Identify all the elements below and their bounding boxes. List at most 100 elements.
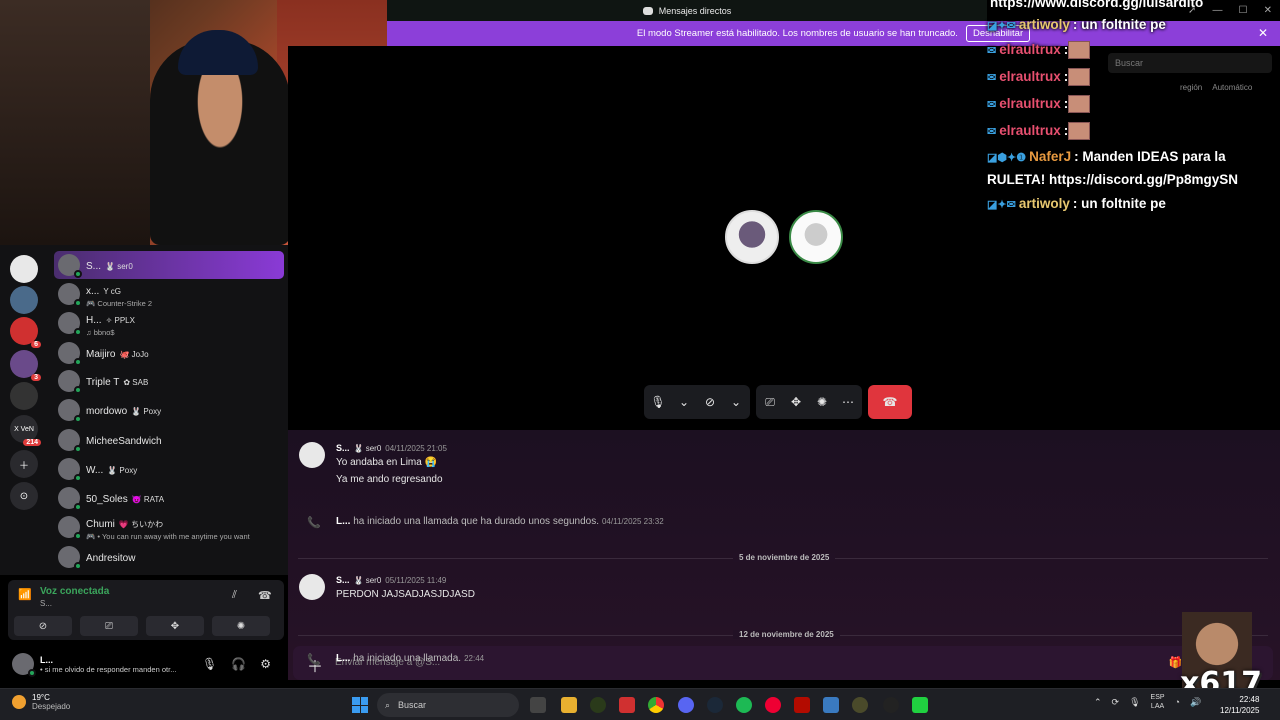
message-time: 05/11/2025 11:49 [385,576,447,585]
message-author[interactable]: L... [336,516,350,527]
chat-badges: ✉ [987,45,997,57]
dm-item[interactable]: Chumi 💗 ちいかわ 🎮 • You can run away with me … [54,513,284,541]
chrome-icon[interactable] [648,697,664,713]
file-explorer-icon[interactable] [561,697,577,713]
camera-off-icon[interactable]: ⊘ [702,395,718,409]
system-text: ha iniciado una llamada. [353,653,462,664]
avatar[interactable] [12,653,36,677]
microphone-icon[interactable]: 🎙 [650,395,666,409]
spotify-icon[interactable] [736,697,752,713]
audio-controls: 🎙 ⌄ ⊘ ⌄ [644,385,750,419]
obs-icon[interactable] [883,697,899,713]
hangup-button[interactable]: ☎ [868,385,912,419]
opera-icon[interactable] [765,697,781,713]
avatar [58,312,82,336]
server-icon[interactable] [10,286,38,314]
dm-tag: 💗 ちいかわ [118,519,164,529]
server-icon[interactable]: 6 [10,317,41,348]
acrobat-icon[interactable] [794,697,810,713]
add-server-icon[interactable]: ＋ [10,450,38,478]
avatar [58,254,82,278]
screen-share-icon[interactable]: ⎚ [762,395,778,410]
dm-item[interactable]: Maijiro 🐙 JoJo [54,339,284,367]
avatar[interactable] [299,442,325,468]
microphone-icon[interactable]: 🎙 [202,657,217,671]
dm-item[interactable]: 50_Soles 😈 RATA [54,484,284,512]
dm-tag: Y cG [103,286,121,296]
discover-icon[interactable]: ⊙ [10,482,38,510]
region-select[interactable]: Automático [1212,83,1252,92]
screen-share-button[interactable]: ⎚ [80,616,138,636]
dm-item[interactable]: Triple T ✿ SAB [54,367,284,395]
weather-widget[interactable]: 19°C Despejado [12,693,70,711]
server-icon[interactable] [10,382,38,410]
dm-item[interactable]: W... 🐰 Poxy [54,455,284,483]
voice-channel[interactable]: S... [40,599,52,608]
language-indicator[interactable]: ESP LAA [1151,693,1165,711]
dm-name: 50_Soles [86,494,128,505]
chevron-up-icon[interactable]: ⌃ [1094,697,1102,708]
app-icon[interactable] [619,697,635,713]
chat-emote [1068,41,1091,60]
gear-icon[interactable]: ⚙ [260,657,271,671]
message-author[interactable]: L... [336,653,350,664]
search-input[interactable]: Buscar [1108,53,1272,73]
chevron-down-icon[interactable]: ⌄ [676,395,692,409]
soundboard-icon[interactable]: ✺ [814,395,830,409]
activities-button[interactable]: ✥ [146,616,204,636]
app-icon[interactable] [590,697,606,713]
start-button[interactable] [352,697,368,713]
date-label: 5 de noviembre de 2025 [733,553,836,562]
chat-line: ✉ elraultrux: [987,93,1277,116]
dm-item[interactable]: MicheeSandwich [54,426,284,454]
dm-item[interactable]: mordowo 🐰 Poxy [54,396,284,424]
volume-icon[interactable]: 🔊 [1190,697,1201,708]
wifi-icon[interactable]: ◔ [1175,697,1180,707]
dm-item[interactable]: x... Y cG 🎮 Counter-Strike 2 [54,280,284,308]
message-author[interactable]: S... [336,575,350,585]
user-panel: L... • si me olvido de responder manden … [8,648,284,680]
chat-username: NaferJ [1029,149,1072,164]
server-icon[interactable]: 214 X VeN [10,415,41,446]
clock[interactable]: 22:48 12/11/2025 [1220,694,1259,716]
avatar [58,399,82,423]
weather-icon [12,695,26,709]
region-label: región [1180,83,1203,92]
message-author[interactable]: S... [336,443,350,453]
taskbar: 19°C Despejado ⌕ Buscar ⌃ ⟳ 🎙 ESP LAA ◔ … [0,688,1280,720]
soundboard-button[interactable]: ✺ [212,616,270,636]
dm-item[interactable]: S... 🐰 ser0 [54,251,284,279]
dm-item[interactable]: H... ✧ PPLX ♫ bbno$ [54,309,284,337]
call-icon: 📞 [307,517,321,529]
chat-emote [1068,68,1091,87]
notepad-icon[interactable] [823,697,839,713]
message-list: ＋ Enviar mensaje a @S... 🎁 ▦ S...🐰 ser00… [288,430,1280,680]
network-icon[interactable]: ⟳ [1112,697,1120,708]
avatar[interactable] [299,574,325,600]
activities-icon[interactable]: ✥ [788,395,804,409]
dm-tag: 🐰 Poxy [107,466,138,475]
server-icon[interactable]: 3 [10,350,41,381]
dm-item[interactable]: Andresitow [54,543,284,571]
app-icon[interactable] [852,697,868,713]
camera-button[interactable]: ⊘ [14,616,72,636]
chat-username: https://www.discord.gg/luisardito [990,0,1204,10]
taskbar-search[interactable]: ⌕ Buscar [377,693,519,717]
server-icon[interactable] [10,255,38,283]
chevron-down-icon[interactable]: ⌄ [728,395,744,409]
disconnect-icon[interactable]: ☎ [258,589,272,602]
activities-icon: ✥ [170,620,180,632]
app-icon[interactable] [912,697,928,713]
more-icon[interactable]: ⋯ [840,395,856,409]
noise-suppression-icon[interactable]: ⫽ [232,589,237,602]
call-participant-avatar[interactable] [725,210,779,264]
steam-icon[interactable] [707,697,723,713]
headphones-icon[interactable]: 🎧 [231,657,246,671]
task-view-icon[interactable] [530,697,546,713]
date-label: 12 de noviembre de 2025 [733,630,840,639]
message-tag: 🐰 ser0 [353,444,382,453]
microphone-icon[interactable]: 🎙 [1129,697,1140,708]
chat-badges: ✉ [987,72,997,84]
call-participant-avatar[interactable] [789,210,843,264]
discord-icon[interactable] [678,697,694,713]
